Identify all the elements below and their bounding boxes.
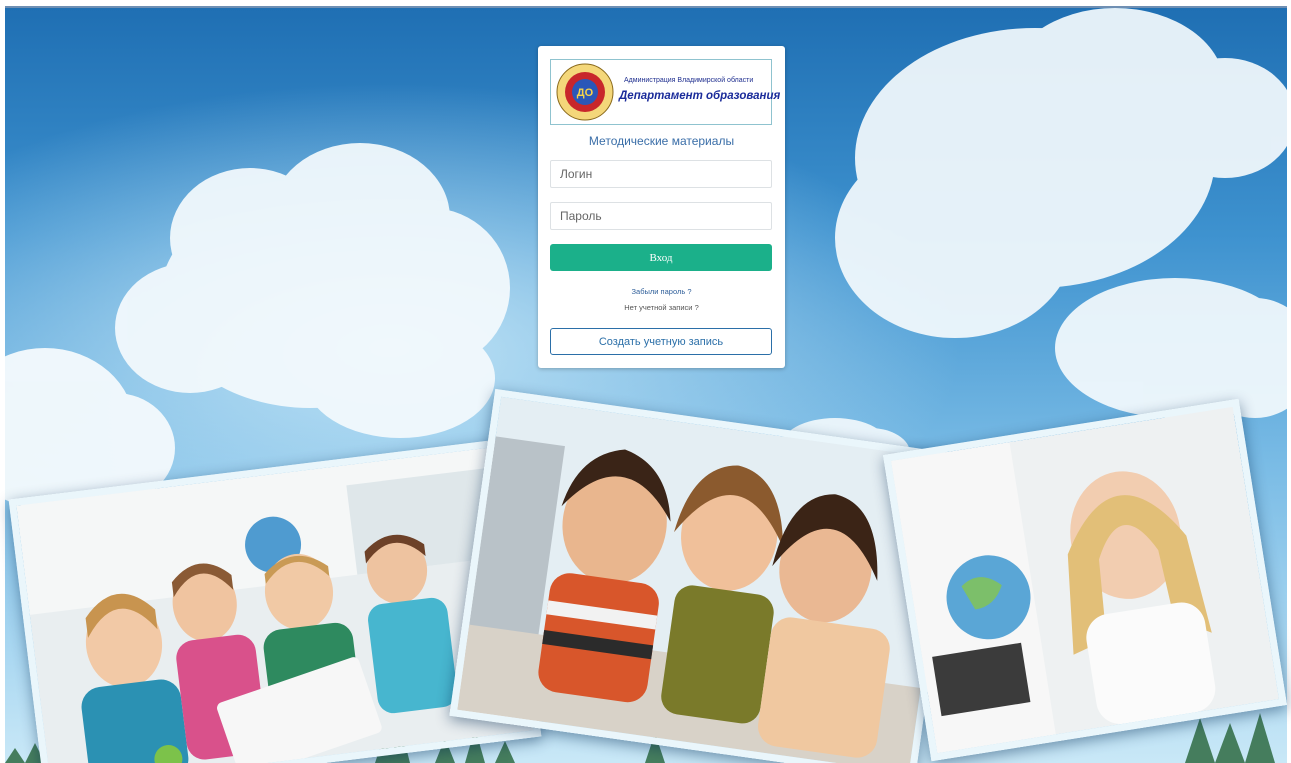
header-logo-banner: ДО Администрация Владимирской области Де… [550, 59, 780, 125]
login-input[interactable] [550, 160, 772, 188]
emblem-logo: ДО [556, 63, 614, 121]
window-left-edge [0, 0, 5, 763]
window-right-edge [1287, 0, 1291, 763]
cloud-right [835, 8, 1287, 418]
no-account-text: Нет учетной записи ? [624, 303, 699, 312]
photo-teens-computer [449, 388, 961, 763]
section-subtitle: Методические материалы [588, 134, 735, 148]
login-card: ДО Администрация Владимирской области Де… [538, 46, 785, 368]
login-button[interactable]: Вход [550, 244, 772, 271]
department-name: Департамент образования [619, 90, 781, 102]
password-input[interactable] [550, 202, 772, 230]
organization-name: Администрация Владимирской области [624, 77, 754, 84]
photo-girl-globe [882, 398, 1288, 762]
forgot-password-link[interactable]: Забыли пароль ? [538, 287, 785, 296]
create-account-button[interactable]: Создать учетную запись [550, 328, 772, 355]
svg-text:ДО: ДО [577, 87, 594, 99]
